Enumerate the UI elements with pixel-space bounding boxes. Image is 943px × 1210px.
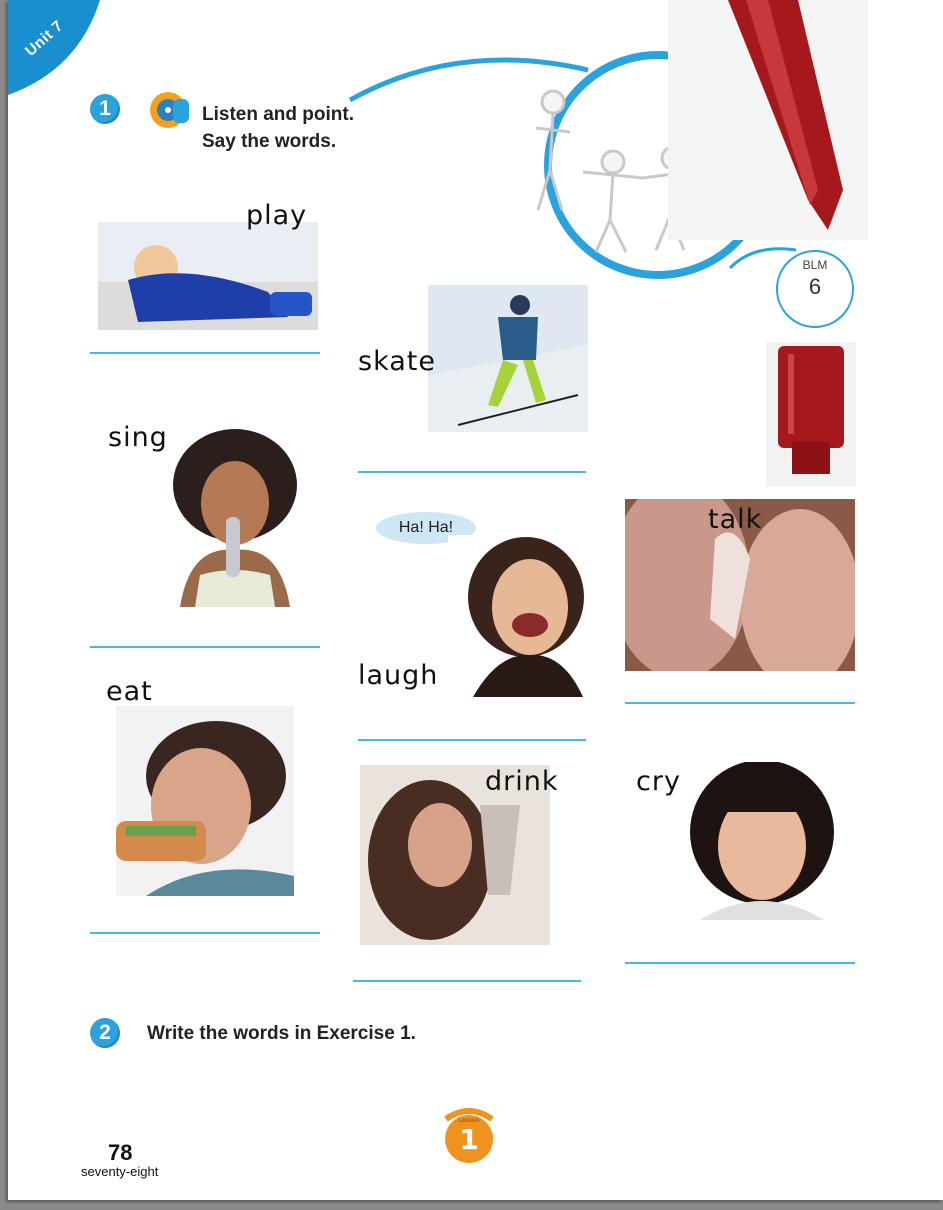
exercise-1-instructions: Listen and point. Say the words. bbox=[202, 101, 354, 155]
write-line-6[interactable] bbox=[353, 980, 581, 982]
lesson-badge-icon: Lesson 1 bbox=[444, 1108, 494, 1163]
write-line-7[interactable] bbox=[625, 702, 855, 704]
blm-number: 6 bbox=[808, 274, 822, 299]
word-play: play bbox=[246, 200, 308, 231]
photo-woman-eating bbox=[116, 706, 294, 896]
word-talk: talk bbox=[708, 504, 763, 535]
instruction-say: Say the words. bbox=[202, 131, 337, 152]
lesson-badge-number: 1 bbox=[459, 1123, 478, 1156]
word-skate: skate bbox=[358, 346, 436, 377]
write-line-2[interactable] bbox=[90, 646, 320, 648]
word-cry: cry bbox=[636, 766, 681, 797]
photo-girl-crying bbox=[680, 762, 844, 920]
exercise-1-number: 1 bbox=[90, 94, 120, 124]
exercise-2-instructions: Write the words in Exercise 1. bbox=[147, 1023, 416, 1044]
write-line-8[interactable] bbox=[625, 962, 855, 964]
word-laugh: laugh bbox=[358, 660, 439, 691]
workbook-page: Unit 7 1 Listen and point. Say the words… bbox=[8, 0, 943, 1200]
blm-badge: BLM 6 bbox=[776, 250, 854, 328]
unit-corner-tab bbox=[8, 0, 100, 95]
word-eat: eat bbox=[106, 676, 153, 707]
marker-cap-image bbox=[766, 342, 856, 487]
word-drink: drink bbox=[485, 766, 559, 797]
photo-woman-laughing bbox=[448, 535, 598, 697]
exercise-2-number: 2 bbox=[90, 1018, 120, 1048]
write-line-5[interactable] bbox=[358, 739, 586, 741]
word-sing: sing bbox=[108, 422, 168, 453]
photo-boy-playing bbox=[98, 222, 318, 330]
write-line-3[interactable] bbox=[90, 932, 320, 934]
page-number: 78 bbox=[108, 1140, 133, 1165]
page-number-words: seventy-eight bbox=[81, 1164, 159, 1179]
photo-woman-singing bbox=[160, 425, 310, 607]
instruction-listen: Listen and point. bbox=[202, 104, 354, 125]
write-line-1[interactable] bbox=[90, 352, 320, 354]
audio-cd-icon[interactable] bbox=[146, 86, 194, 132]
photo-skier bbox=[428, 285, 588, 432]
marker-pen-image bbox=[668, 0, 868, 240]
write-line-4[interactable] bbox=[358, 471, 586, 473]
blm-label: BLM bbox=[802, 258, 828, 272]
